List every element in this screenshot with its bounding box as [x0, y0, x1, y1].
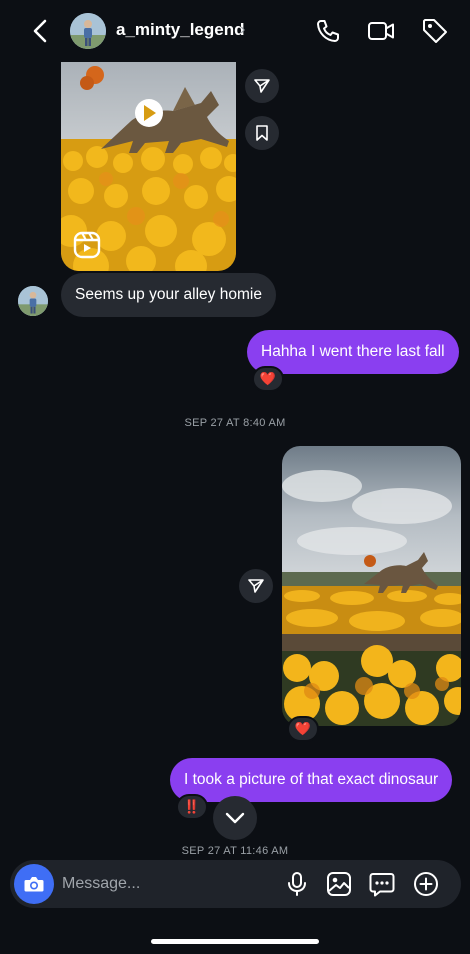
back-chevron-icon[interactable] — [26, 16, 54, 46]
share-photo-button[interactable] — [239, 569, 273, 603]
sticker-icon[interactable] — [368, 870, 396, 898]
chevron-down-icon — [225, 812, 245, 824]
message-input[interactable] — [62, 860, 282, 908]
message-timestamp: SEP 27 AT 11:46 AM — [181, 845, 289, 857]
chat-header: a_minty_legend › — [0, 0, 470, 62]
bookmark-icon — [256, 125, 268, 141]
microphone-icon[interactable] — [283, 870, 311, 898]
heart-icon: ❤️ — [294, 721, 312, 736]
heart-icon: ❤️ — [259, 371, 277, 386]
message-bubble-incoming[interactable]: Seems up your alley homie — [61, 273, 276, 317]
contact-username[interactable]: a_minty_legend — [116, 20, 245, 40]
save-reel-button[interactable] — [245, 116, 279, 150]
camera-button[interactable] — [14, 864, 54, 904]
reels-icon — [73, 231, 101, 259]
dinosaur-photo — [282, 446, 461, 726]
shared-reel-card[interactable] — [61, 61, 236, 271]
home-indicator[interactable] — [151, 939, 319, 944]
sender-avatar[interactable] — [18, 286, 48, 316]
send-icon — [254, 79, 270, 93]
phone-icon[interactable] — [313, 16, 343, 46]
profile-chevron-icon[interactable]: › — [240, 21, 245, 39]
contact-avatar[interactable] — [70, 13, 106, 49]
message-bubble-outgoing[interactable]: I took a picture of that exact dinosaur — [170, 758, 453, 802]
message-text: Hahha I went there last fall — [261, 343, 445, 360]
message-bubble-outgoing[interactable]: Hahha I went there last fall — [247, 330, 459, 374]
tag-icon[interactable] — [420, 16, 450, 46]
exclamation-reaction[interactable]: ‼️ — [176, 794, 208, 820]
message-text: I took a picture of that exact dinosaur — [184, 771, 439, 788]
heart-reaction[interactable]: ❤️ — [252, 366, 284, 392]
message-text: Seems up your alley homie — [75, 286, 262, 303]
scroll-to-bottom-button[interactable] — [213, 796, 257, 840]
camera-icon — [24, 877, 44, 892]
message-composer — [10, 860, 461, 908]
heart-reaction[interactable]: ❤️ — [287, 716, 319, 742]
shared-photo[interactable] — [282, 446, 461, 726]
share-reel-button[interactable] — [245, 69, 279, 103]
message-timestamp: SEP 27 AT 8:40 AM — [184, 417, 286, 429]
double-exclamation-icon: ‼️ — [183, 799, 201, 814]
plus-icon[interactable] — [412, 870, 440, 898]
send-icon — [248, 579, 264, 593]
gallery-icon[interactable] — [325, 870, 353, 898]
video-call-icon[interactable] — [366, 16, 396, 46]
